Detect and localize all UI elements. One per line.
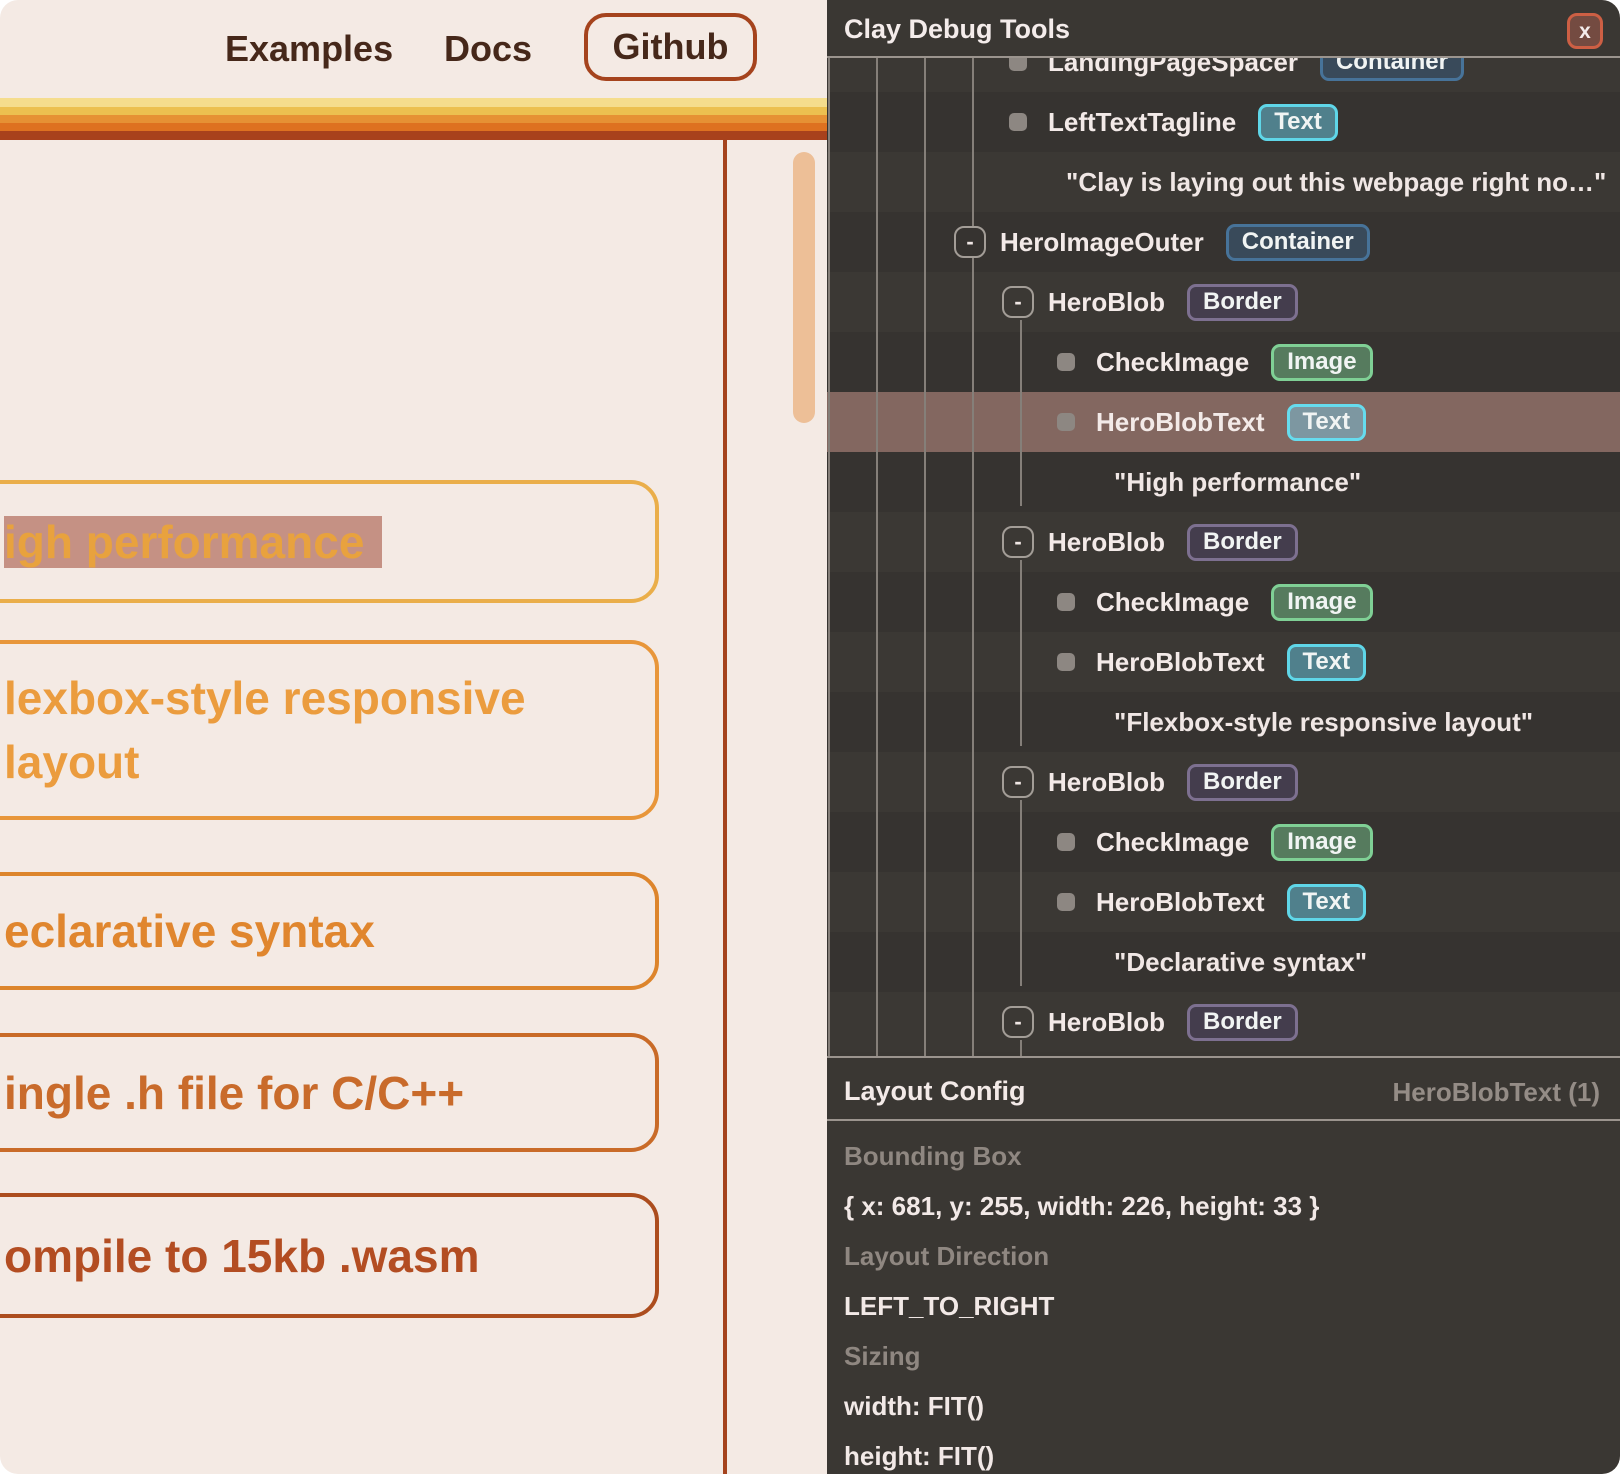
hero-feature-text: lexbox-style responsive layout bbox=[4, 666, 604, 794]
hero-feature-box: igh performance bbox=[0, 480, 659, 603]
element-name: LandingPageSpacer bbox=[1048, 58, 1298, 78]
tree-row-CheckImage[interactable]: CheckImage Image bbox=[827, 572, 1620, 632]
element-tree: LandingPageSpacer Container LeftTextTaglin… bbox=[827, 58, 1620, 1058]
element-type-badge: Image bbox=[1271, 824, 1372, 861]
tree-row-HeroBlob[interactable]: -HeroBlob Border bbox=[827, 992, 1620, 1052]
tree-row-HeroBlob[interactable]: -HeroBlob Border bbox=[827, 272, 1620, 332]
config-property-value: LEFT_TO_RIGHT bbox=[844, 1291, 1054, 1321]
element-text-content: "Declarative syntax" bbox=[1114, 947, 1367, 978]
element-type-badge: Text bbox=[1258, 104, 1338, 141]
hero-feature-text: igh performance bbox=[4, 510, 382, 574]
element-text-content: "High performance" bbox=[1114, 467, 1361, 498]
element-type-badge: Image bbox=[1271, 344, 1372, 381]
element-type-badge: Text bbox=[1287, 884, 1367, 921]
gradient-stripe bbox=[0, 107, 827, 115]
leaf-bullet-icon bbox=[1009, 58, 1027, 71]
clay-debug-panel: Clay Debug Tools x LandingPageSpacer Cont… bbox=[827, 0, 1620, 1474]
element-name: CheckImage bbox=[1096, 587, 1249, 618]
github-button[interactable]: Github bbox=[584, 13, 757, 81]
tree-row-HeroBlobText[interactable]: HeroBlobText Text bbox=[827, 392, 1620, 452]
gradient-stripe bbox=[0, 123, 827, 131]
tree-row-HeroBlobText[interactable]: HeroBlobText Text bbox=[827, 872, 1620, 932]
config-property-label: Sizing bbox=[844, 1341, 921, 1371]
gradient-stripe bbox=[0, 115, 827, 123]
element-name: HeroBlob bbox=[1048, 527, 1165, 558]
tree-row-CheckImage[interactable]: CheckImage Image bbox=[827, 812, 1620, 872]
element-text-content: "Flexbox-style responsive layout" bbox=[1114, 707, 1533, 738]
element-name: HeroBlob bbox=[1048, 1007, 1165, 1038]
tree-row-HeroImageOuter[interactable]: -HeroImageOuter Container bbox=[827, 212, 1620, 272]
leaf-bullet-icon bbox=[1057, 353, 1075, 371]
hero-feature-text: eclarative syntax bbox=[4, 899, 375, 963]
collapse-toggle-icon[interactable]: - bbox=[1002, 1006, 1034, 1038]
element-name: HeroBlob bbox=[1048, 767, 1165, 798]
hero-feature-box: ompile to 15kb .wasm bbox=[0, 1193, 659, 1318]
page-scrollbar-thumb[interactable] bbox=[793, 152, 815, 423]
tree-row-HeroBlobText[interactable]: HeroBlobText Text bbox=[827, 632, 1620, 692]
element-type-badge: Text bbox=[1287, 644, 1367, 681]
tree-row-HeroBlob[interactable]: -HeroBlob Border bbox=[827, 512, 1620, 572]
element-type-badge: Border bbox=[1187, 1004, 1298, 1041]
hero-feature-text: ingle .h file for C/C++ bbox=[4, 1061, 464, 1125]
leaf-bullet-icon bbox=[1057, 833, 1075, 851]
leaf-bullet-icon bbox=[1057, 593, 1075, 611]
github-button-label: Github bbox=[613, 26, 729, 68]
element-name: LeftTextTagline bbox=[1048, 107, 1236, 138]
tree-row-LandingPageSpacer[interactable]: LandingPageSpacer Container bbox=[827, 58, 1620, 92]
collapse-toggle-icon[interactable]: - bbox=[1002, 526, 1034, 558]
collapse-toggle-icon[interactable]: - bbox=[1002, 286, 1034, 318]
tree-row-LeftTextTagline[interactable]: LeftTextTagline Text bbox=[827, 92, 1620, 152]
element-name: HeroBlobText bbox=[1096, 407, 1265, 438]
config-property-value: height: FIT() bbox=[844, 1441, 994, 1471]
config-property-label: Bounding Box bbox=[844, 1141, 1022, 1171]
tree-row-text-preview[interactable]: "High performance" bbox=[827, 452, 1620, 512]
debug-panel-title: Clay Debug Tools bbox=[844, 14, 1070, 45]
element-type-badge: Border bbox=[1187, 524, 1298, 561]
element-type-badge: Image bbox=[1271, 584, 1372, 621]
element-type-badge: Text bbox=[1287, 404, 1367, 441]
collapse-toggle-icon[interactable]: - bbox=[1002, 766, 1034, 798]
nav-link-docs[interactable]: Docs bbox=[444, 29, 532, 69]
gradient-stripe bbox=[0, 98, 827, 107]
element-type-badge: Container bbox=[1320, 58, 1464, 81]
leaf-bullet-icon bbox=[1057, 413, 1075, 431]
element-name: CheckImage bbox=[1096, 827, 1249, 858]
hero-feature-box: eclarative syntax bbox=[0, 872, 659, 990]
debug-selection-highlight: igh performance bbox=[4, 516, 382, 568]
leaf-bullet-icon bbox=[1057, 893, 1075, 911]
element-name: HeroBlobText bbox=[1096, 647, 1265, 678]
screen: Examples Docs Github igh performance lexb… bbox=[0, 0, 1620, 1474]
debug-panel-header: Clay Debug Tools x bbox=[827, 0, 1620, 58]
leaf-bullet-icon bbox=[1057, 653, 1075, 671]
config-property-value: width: FIT() bbox=[844, 1391, 984, 1421]
gradient-stripe bbox=[0, 131, 827, 140]
close-button[interactable]: x bbox=[1567, 13, 1603, 49]
element-text-content: "Clay is laying out this webpage right n… bbox=[1066, 167, 1606, 198]
layout-config-title: Layout Config bbox=[844, 1076, 1025, 1107]
hero-feature-box: lexbox-style responsive layout bbox=[0, 640, 659, 820]
layout-config-selected-element: HeroBlobText (1) bbox=[1392, 1077, 1600, 1108]
layout-config-header: Layout Config HeroBlobText (1) bbox=[827, 1058, 1620, 1121]
element-type-badge: Container bbox=[1226, 224, 1370, 261]
collapse-toggle-icon[interactable]: - bbox=[954, 226, 986, 258]
tree-row-text-preview[interactable]: "Flexbox-style responsive layout" bbox=[827, 692, 1620, 752]
tree-row-text-preview[interactable]: "Declarative syntax" bbox=[827, 932, 1620, 992]
element-type-badge: Border bbox=[1187, 764, 1298, 801]
config-property-label: Layout Direction bbox=[844, 1241, 1049, 1271]
close-icon: x bbox=[1579, 21, 1591, 42]
element-name: HeroBlobText bbox=[1096, 887, 1265, 918]
element-name: HeroImageOuter bbox=[1000, 227, 1204, 258]
element-name: CheckImage bbox=[1096, 347, 1249, 378]
leaf-bullet-icon bbox=[1009, 113, 1027, 131]
tree-row-HeroBlob[interactable]: -HeroBlob Border bbox=[827, 752, 1620, 812]
nav-link-examples[interactable]: Examples bbox=[225, 29, 393, 69]
config-property-value: { x: 681, y: 255, width: 226, height: 33… bbox=[844, 1191, 1319, 1221]
element-type-badge: Border bbox=[1187, 284, 1298, 321]
tree-row-CheckImage[interactable]: CheckImage Image bbox=[827, 332, 1620, 392]
tree-row-text-preview[interactable]: "Clay is laying out this webpage right n… bbox=[827, 152, 1620, 212]
hero-feature-text: ompile to 15kb .wasm bbox=[4, 1224, 479, 1288]
page-vertical-divider bbox=[723, 140, 727, 1474]
hero-feature-box: ingle .h file for C/C++ bbox=[0, 1033, 659, 1152]
element-name: HeroBlob bbox=[1048, 287, 1165, 318]
